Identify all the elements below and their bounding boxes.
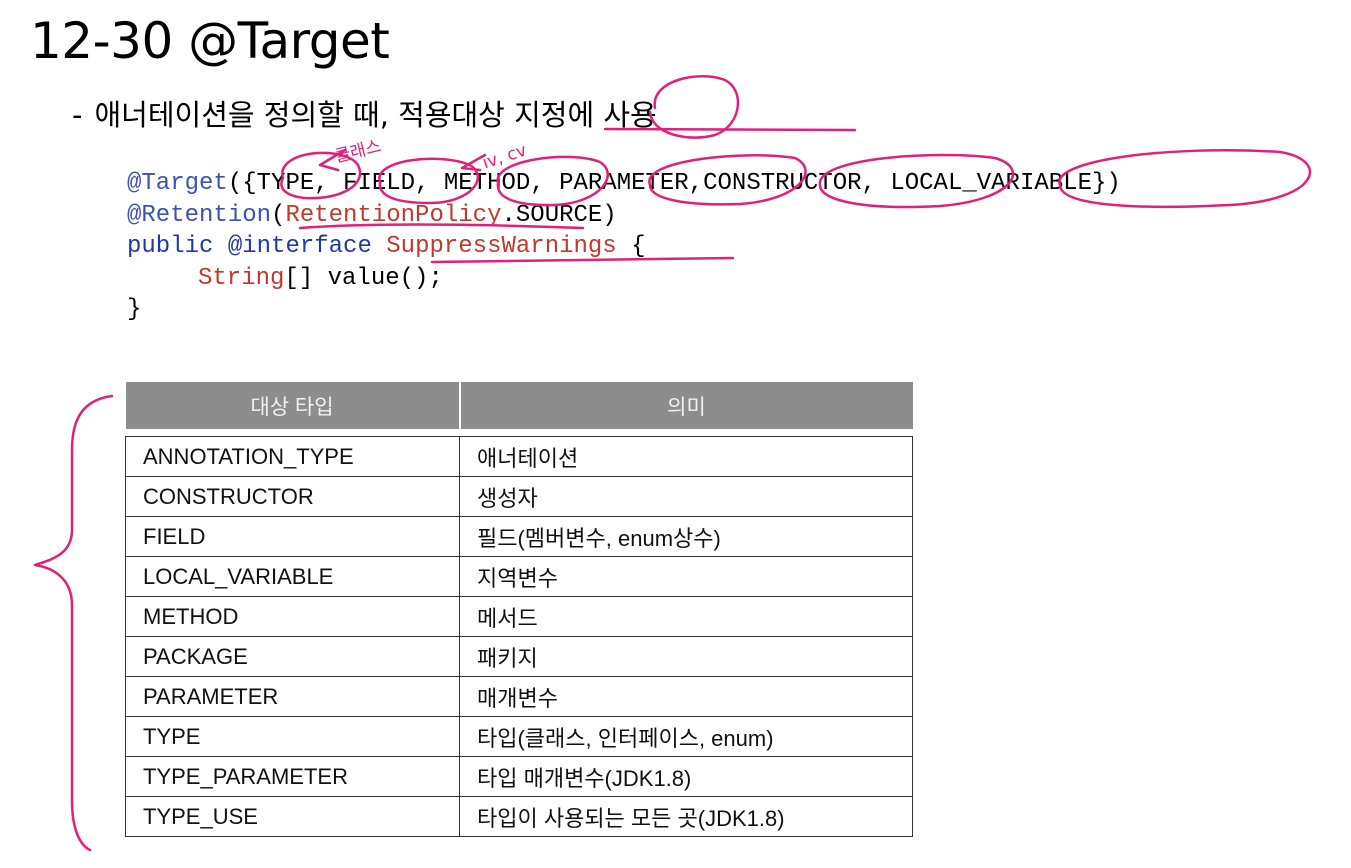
retention-source: .SOURCE) xyxy=(501,201,617,229)
page-title: 12-30 @Target xyxy=(30,12,390,70)
open-brace: { xyxy=(631,233,646,260)
table-row: ANNOTATION_TYPE 애너테이션 xyxy=(125,436,913,477)
retention-policy: RetentionPolicy xyxy=(285,201,502,229)
type-cell: FIELD xyxy=(125,516,460,557)
meaning-cell: 패키지 xyxy=(459,636,913,677)
type-cell: LOCAL_VARIABLE xyxy=(125,556,460,597)
type-cell: ANNOTATION_TYPE xyxy=(125,436,460,477)
meaning-cell: 타입(클래스, 인터페이스, enum) xyxy=(459,716,913,757)
code-line-1: @Target({TYPE, FIELD, METHOD, PARAMETER,… xyxy=(127,168,1121,200)
public-keyword: public xyxy=(127,233,214,260)
header-gap xyxy=(126,429,913,437)
table-row: PACKAGE 패키지 xyxy=(125,636,913,677)
subtitle: - 애너테이션을 정의할 때, 적용대상 지정에 사용 xyxy=(72,92,657,134)
meaning-cell: 애너테이션 xyxy=(459,436,913,477)
table-row: PARAMETER 매개변수 xyxy=(125,676,913,717)
retention-annotation: @Retention xyxy=(127,201,272,229)
type-cell: CONSTRUCTOR xyxy=(125,476,460,517)
table-row: TYPE_PARAMETER 타입 매개변수(JDK1.8) xyxy=(125,756,913,797)
code-block: @Target({TYPE, FIELD, METHOD, PARAMETER,… xyxy=(127,168,1121,326)
target-values: ({TYPE, FIELD, METHOD, PARAMETER,CONSTRU… xyxy=(227,170,1121,197)
table-row: CONSTRUCTOR 생성자 xyxy=(125,476,913,517)
string-type: String xyxy=(198,264,285,292)
table-row: LOCAL_VARIABLE 지역변수 xyxy=(125,556,913,597)
paren: ( xyxy=(271,201,286,229)
meaning-cell: 메서드 xyxy=(459,596,913,637)
meaning-cell: 지역변수 xyxy=(459,556,913,597)
annotation-name: SuppressWarnings xyxy=(386,233,617,260)
arrow-type xyxy=(318,148,347,172)
meaning-cell: 타입 매개변수(JDK1.8) xyxy=(459,756,913,797)
target-annotation: @Target xyxy=(127,170,228,197)
type-cell: PARAMETER xyxy=(125,676,460,717)
left-brace xyxy=(33,394,114,852)
header-meaning: 의미 xyxy=(459,382,913,429)
code-line-5: } xyxy=(127,296,142,323)
bullet-dash: - xyxy=(72,98,83,132)
type-cell: TYPE_USE xyxy=(125,796,460,837)
note-class: 클래스 xyxy=(333,136,383,167)
meaning-cell: 생성자 xyxy=(459,476,913,517)
table-header-row: 대상 타입 의미 xyxy=(125,382,913,429)
type-cell: PACKAGE xyxy=(125,636,460,677)
table-row: TYPE 타입(클래스, 인터페이스, enum) xyxy=(125,716,913,757)
header-target-type: 대상 타입 xyxy=(125,382,461,429)
table-row: TYPE_USE 타입이 사용되는 모든 곳(JDK1.8) xyxy=(125,796,913,837)
table-row: METHOD 메서드 xyxy=(125,596,913,637)
meaning-cell: 매개변수 xyxy=(459,676,913,717)
target-types-table: 대상 타입 의미 ANNOTATION_TYPE 애너테이션 CONSTRUCTO… xyxy=(125,382,913,837)
table-row: FIELD 필드(멤버변수, enum상수) xyxy=(125,516,913,557)
circle-jijeong xyxy=(648,74,740,139)
meaning-cell: 필드(멤버변수, enum상수) xyxy=(459,516,913,557)
value-method: [] value(); xyxy=(284,264,443,292)
subtitle-text: 애너테이션을 정의할 때, 적용대상 지정에 사용 xyxy=(94,98,657,132)
code-line-3: public @interface SuppressWarnings { xyxy=(127,231,1121,263)
interface-keyword: @interface xyxy=(227,233,372,260)
type-cell: METHOD xyxy=(125,596,460,637)
code-line-4: String[] value(); xyxy=(127,263,1121,295)
type-cell: TYPE xyxy=(125,716,460,757)
meaning-cell: 타입이 사용되는 모든 곳(JDK1.8) xyxy=(459,796,913,837)
type-cell: TYPE_PARAMETER xyxy=(125,756,460,797)
code-line-2: @Retention(RetentionPolicy.SOURCE) xyxy=(127,200,1121,232)
